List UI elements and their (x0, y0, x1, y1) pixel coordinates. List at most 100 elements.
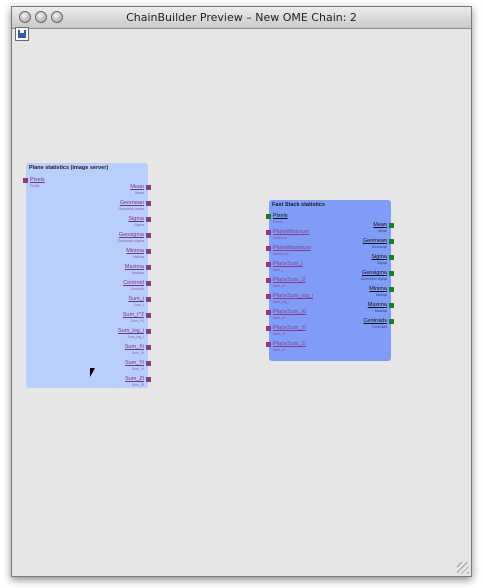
port-connector[interactable] (146, 233, 151, 238)
chain-canvas[interactable]: Plane statistics (image server) Pixels P… (12, 43, 471, 576)
port-connector[interactable] (266, 246, 271, 251)
output-port-minima[interactable]: Minima Minima (78, 248, 151, 262)
port-connector[interactable] (266, 310, 271, 315)
output-port-geomean[interactable]: Geomean Geometric mean (78, 200, 151, 214)
port-label: Pixels (273, 213, 288, 219)
port-connector[interactable] (389, 223, 394, 228)
output-port-geosigma[interactable]: Geosigma Geometric sigma (78, 232, 151, 246)
output-port-mean[interactable]: Mean Mean (331, 222, 394, 236)
chainbuilder-window: ChainBuilder Preview – New OME Chain: 2 … (11, 6, 472, 577)
port-label: Centroid (123, 280, 144, 286)
input-port-pixels[interactable]: Pixels Pixels (23, 177, 86, 191)
port-connector[interactable] (389, 271, 394, 276)
output-port-sum-i[interactable]: Sum_i Sum_i (78, 296, 151, 310)
output-port-sum-i2[interactable]: Sum_i^2 Sum_i^2 (78, 312, 151, 326)
port-sublabel: Sigma (377, 261, 387, 265)
node-title: Plane statistics (image server) (29, 165, 109, 171)
input-port-plane-sum-yi[interactable]: PlaneSum_Yi Sum_Yi (266, 325, 329, 339)
port-connector[interactable] (146, 297, 151, 302)
port-connector[interactable] (389, 255, 394, 260)
port-connector[interactable] (266, 230, 271, 235)
input-port-plane-sum-log-i[interactable]: PlaneSum_log_i Sum_log_i (266, 293, 329, 307)
window-title: ChainBuilder Preview – New OME Chain: 2 (126, 11, 357, 24)
output-port-minima[interactable]: Minima Minima (331, 286, 394, 300)
port-label: PlaneMinimum (273, 229, 310, 235)
port-connector[interactable] (146, 313, 151, 318)
port-sublabel: Centroid (130, 287, 144, 291)
port-connector[interactable] (389, 287, 394, 292)
output-port-mean[interactable]: Mean Mean (78, 184, 151, 198)
output-port-sum-xi[interactable]: Sum_Xi Sum_Xi (78, 344, 151, 358)
port-label: Geomean (119, 200, 144, 206)
output-port-maxima[interactable]: Maxima Maxima (78, 264, 151, 278)
port-connector[interactable] (266, 278, 271, 283)
output-port-sigma[interactable]: Sigma Sigma (331, 254, 394, 268)
port-connector[interactable] (146, 329, 151, 334)
port-connector[interactable] (146, 377, 151, 382)
output-port-centroid[interactable]: Centroid Centroid (78, 280, 151, 294)
port-label: Sum_i^2 (122, 312, 144, 318)
input-port-plane-sum-i2[interactable]: PlaneSum_i2 Sum_i2 (266, 277, 329, 291)
port-sublabel: Pixels (30, 184, 40, 188)
port-connector[interactable] (389, 303, 394, 308)
node-fast-stack-statistics[interactable]: Fast Stack statistics Pixels Pixels Plan… (266, 200, 394, 361)
output-port-sigma[interactable]: Sigma Sigma (78, 216, 151, 230)
port-label: Sum_Zi (125, 376, 144, 382)
input-port-plane-minimum[interactable]: PlaneMinimum Minimum (266, 229, 329, 243)
port-sublabel: Minima (375, 293, 387, 297)
port-label: Sum_Xi (124, 344, 144, 350)
port-connector[interactable] (266, 214, 271, 219)
output-port-geomean[interactable]: Geomean Geomean (331, 238, 394, 252)
save-button[interactable] (15, 27, 29, 41)
port-connector[interactable] (146, 185, 151, 190)
port-label: PlaneSum_Zi (273, 341, 307, 347)
port-connector[interactable] (266, 294, 271, 299)
port-connector[interactable] (146, 345, 151, 350)
port-sublabel: Maximum (273, 252, 289, 256)
port-sublabel: Maxima (374, 309, 387, 313)
port-sublabel: Geometric mean (118, 207, 144, 211)
port-connector[interactable] (266, 342, 271, 347)
port-connector[interactable] (146, 281, 151, 286)
port-label: PlaneMaximum (273, 245, 311, 251)
port-sublabel: Sum_i^2 (130, 319, 144, 323)
output-port-sum-zi[interactable]: Sum_Zi Sum_Zi (78, 376, 151, 390)
output-port-centroids[interactable]: Centroids Centroids (331, 318, 394, 332)
input-port-plane-sum-i[interactable]: PlaneSum_i Sum_i (266, 261, 329, 275)
node-plane-statistics[interactable]: Plane statistics (image server) Pixels P… (23, 163, 151, 390)
port-label: PlaneSum_log_i (273, 293, 314, 299)
port-sublabel: Sum_i (273, 268, 283, 272)
port-label: Sum_Yi (124, 360, 144, 366)
port-label: Geosigma (118, 232, 144, 238)
port-sublabel: Mean (378, 229, 387, 233)
input-port-pixels[interactable]: Pixels Pixels (266, 213, 329, 227)
output-port-sum-yi[interactable]: Sum_Yi Sum_Yi (78, 360, 151, 374)
input-port-plane-sum-xi[interactable]: PlaneSum_Xi Sum_Xi (266, 309, 329, 323)
port-sublabel: Sum_i2 (273, 284, 285, 288)
output-port-maxima[interactable]: Maxima Maxima (331, 302, 394, 316)
output-port-geosigma[interactable]: Geosigma Geometric sigma (331, 270, 394, 284)
port-connector[interactable] (23, 178, 28, 183)
resize-grip-icon[interactable] (457, 562, 469, 574)
port-connector[interactable] (146, 217, 151, 222)
port-sublabel: Sigma (134, 223, 144, 227)
port-sublabel: Mean (135, 191, 144, 195)
port-connector[interactable] (146, 265, 151, 270)
port-sublabel: Sum_Zi (131, 383, 144, 387)
port-connector[interactable] (146, 361, 151, 366)
port-connector[interactable] (146, 249, 151, 254)
port-connector[interactable] (146, 201, 151, 206)
port-connector[interactable] (266, 326, 271, 331)
port-connector[interactable] (389, 239, 394, 244)
port-label: Mean (373, 222, 387, 228)
port-connector[interactable] (389, 319, 394, 324)
port-sublabel: Minimum (273, 236, 288, 240)
title-bar[interactable]: ChainBuilder Preview – New OME Chain: 2 (12, 7, 471, 29)
port-sublabel: Sum_log_i (273, 300, 290, 304)
input-port-plane-maximum[interactable]: PlaneMaximum Maximum (266, 245, 329, 259)
port-sublabel: Sum_i (134, 303, 144, 307)
output-port-sum-log-i[interactable]: Sum_log_i Sum_log_i (78, 328, 151, 342)
port-connector[interactable] (266, 262, 271, 267)
input-port-plane-sum-zi[interactable]: PlaneSum_Zi Sum_Zi (266, 341, 329, 355)
port-sublabel: Sum_Xi (273, 316, 286, 320)
